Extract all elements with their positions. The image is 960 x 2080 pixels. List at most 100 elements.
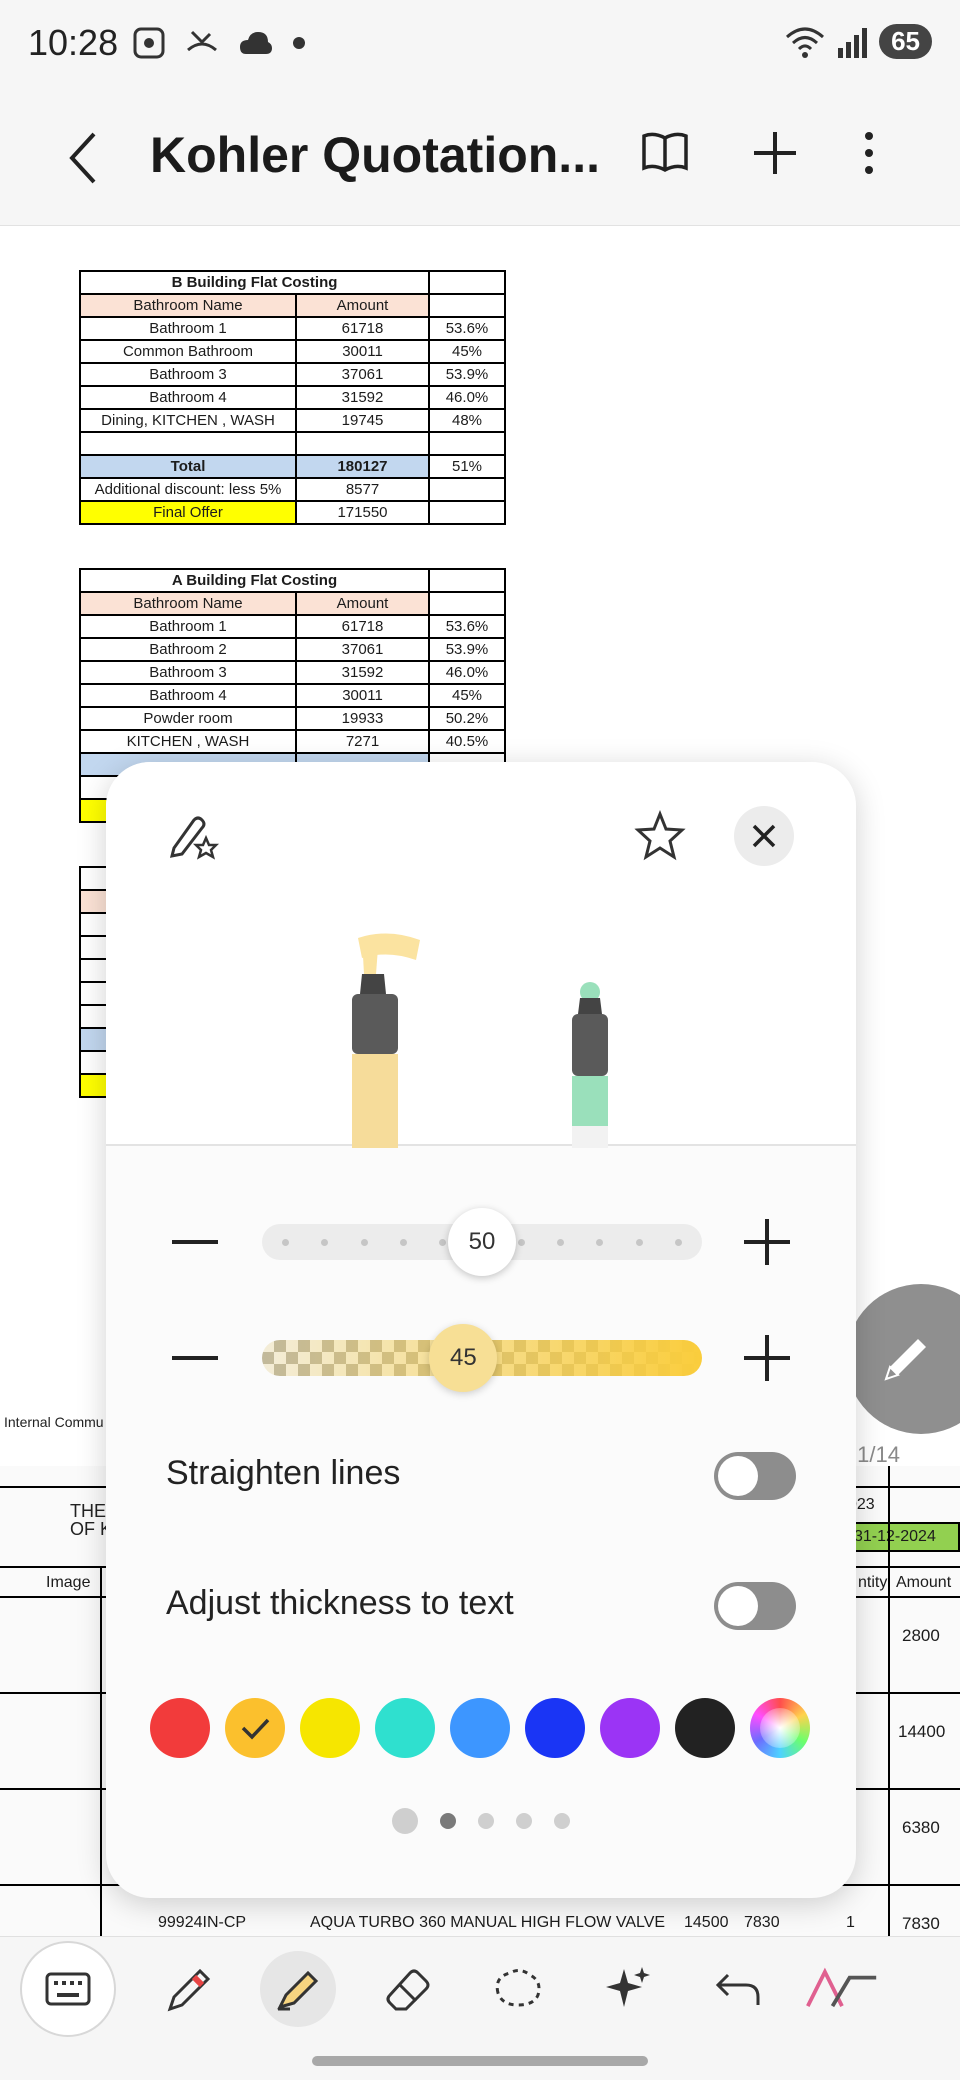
close-icon: [752, 824, 776, 848]
status-icons-right: 65: [785, 24, 932, 59]
signal-icon: [838, 27, 868, 58]
size-slider[interactable]: 50: [262, 1208, 702, 1276]
adjust-thickness-label: Adjust thickness to text: [166, 1584, 514, 1622]
opacity-slider[interactable]: 45: [262, 1324, 702, 1392]
product-mrp: 14500: [684, 1914, 729, 1931]
status-bar: 10:28 65: [0, 0, 960, 92]
adjust-thickness-toggle[interactable]: [714, 1582, 796, 1630]
column-header-amount: Amount: [896, 1574, 952, 1591]
column-header-quantity: ntity: [858, 1574, 888, 1591]
eraser-tool-button[interactable]: [370, 1951, 446, 2027]
ai-sparkle-icon: [606, 1967, 650, 2007]
status-icons-left: [132, 26, 306, 60]
notification-dot-icon: [293, 37, 305, 49]
size-slider-row: 50: [106, 1202, 856, 1282]
amount-cell: 14400: [898, 1722, 946, 1741]
pencil-icon: [884, 1339, 926, 1381]
color-picker-spectrum[interactable]: [750, 1698, 810, 1758]
pen-preview-area: [106, 762, 856, 1148]
redo-icon: [806, 1967, 877, 2008]
product-description: AQUA TURBO 360 MANUAL HIGH FLOW VALVE: [310, 1914, 666, 1931]
color-swatch-yellow[interactable]: [300, 1698, 360, 1758]
page-number: 1/14: [857, 1442, 900, 1467]
table-row: Bathroom 3 37061 53.9%: [79, 362, 506, 387]
discount-row: Additional discount: less 5% 8577: [79, 477, 506, 502]
lasso-icon: [495, 1968, 541, 2007]
add-icon[interactable]: [750, 128, 800, 178]
wifi-icon: [786, 27, 825, 58]
missed-call-icon: [187, 30, 217, 52]
table-row: A Building Flat Costing: [79, 568, 506, 593]
color-swatch-light-blue[interactable]: [450, 1698, 510, 1758]
more-options-icon[interactable]: [860, 128, 878, 178]
table-row: KITCHEN , WASH 7271 40.5%: [79, 729, 506, 754]
cloud-icon: [240, 32, 272, 54]
total-row: Total 180127 51%: [79, 454, 506, 479]
checkmark-icon: [241, 1718, 270, 1740]
redo-button[interactable]: [804, 1951, 880, 2027]
star-favorite-icon[interactable]: [634, 810, 686, 862]
product-code: 99924IN-CP: [158, 1914, 247, 1931]
page-dot[interactable]: [554, 1813, 570, 1829]
pen-icon: [167, 1968, 211, 2012]
decrease-opacity-icon[interactable]: [172, 1356, 218, 1360]
table-header-row: Bathroom Name Amount: [79, 591, 506, 616]
page-dot[interactable]: [478, 1813, 494, 1829]
recent-colors-icon[interactable]: [392, 1808, 418, 1834]
color-swatch-black[interactable]: [675, 1698, 735, 1758]
book-view-icon[interactable]: [640, 128, 690, 178]
internal-footer-text: Internal Commu: [4, 1414, 104, 1430]
battery-indicator: 65: [879, 24, 932, 59]
table-row: Dining, KITCHEN , WASH 19745 48%: [79, 408, 506, 433]
size-slider-thumb[interactable]: 50: [448, 1208, 516, 1276]
marker-pen-icon[interactable]: [550, 978, 630, 1148]
undo-icon: [715, 1973, 760, 2005]
column-header-image: Image: [46, 1574, 91, 1591]
eraser-icon: [386, 1969, 430, 2011]
page-dot[interactable]: [516, 1813, 532, 1829]
table-row: Bathroom 3 31592 46.0%: [79, 660, 506, 685]
lasso-tool-button[interactable]: [480, 1951, 556, 2027]
table-row: Bathroom 4 30011 45%: [79, 683, 506, 708]
keyboard-button[interactable]: [20, 1941, 116, 2037]
page-dot[interactable]: [440, 1813, 456, 1829]
favorite-pen-settings-icon[interactable]: [168, 808, 220, 860]
table-row: Powder room 19933 50.2%: [79, 706, 506, 731]
keyboard-icon: [45, 1972, 91, 2006]
ai-assist-button[interactable]: [590, 1951, 666, 2027]
b-building-costing: B Building Flat Costing Bathroom Name Amo…: [79, 270, 506, 525]
table-row: Bathroom 1 61718 53.6%: [79, 316, 506, 341]
palette-page-indicator: [106, 1808, 856, 1834]
pen-settings-panel: 50 45 Straighten lines Adjust thickness …: [106, 762, 856, 1898]
table-row: [79, 431, 506, 456]
document-title: Kohler Quotation...: [150, 127, 600, 183]
quote-valid-date: 31-12-2024: [846, 1522, 960, 1552]
color-swatch-blue[interactable]: [525, 1698, 585, 1758]
back-arrow-icon[interactable]: [64, 128, 100, 188]
color-swatch-purple[interactable]: [600, 1698, 660, 1758]
decrease-size-icon[interactable]: [172, 1240, 218, 1244]
highlighter-pen-icon[interactable]: [328, 928, 448, 1148]
amount-cell: 2800: [902, 1626, 940, 1645]
pen-tool-button[interactable]: [152, 1951, 228, 2027]
table-header-row: Bathroom Name Amount: [79, 293, 506, 318]
table-row: Common Bathroom 30011 45%: [79, 339, 506, 364]
opacity-slider-thumb[interactable]: 45: [429, 1324, 498, 1392]
opacity-slider-row: 45: [106, 1318, 856, 1398]
amount-cell: 7830: [902, 1914, 940, 1933]
straighten-lines-toggle[interactable]: [714, 1452, 796, 1500]
app-bar: Kohler Quotation...: [0, 92, 960, 226]
undo-button[interactable]: [700, 1951, 776, 2027]
screenshot-icon: [133, 27, 165, 59]
color-swatch-teal[interactable]: [375, 1698, 435, 1758]
table-row: Bathroom 2 37061 53.9%: [79, 637, 506, 662]
highlighter-tool-button[interactable]: [260, 1951, 336, 2027]
color-swatch-amber[interactable]: [225, 1698, 285, 1758]
home-indicator[interactable]: [312, 2056, 648, 2066]
highlighter-icon: [277, 1970, 319, 2011]
color-palette: [150, 1698, 810, 1758]
color-swatch-red[interactable]: [150, 1698, 210, 1758]
amount-cell: 6380: [902, 1818, 940, 1837]
close-button[interactable]: [734, 806, 794, 866]
product-price: 7830: [744, 1914, 780, 1931]
